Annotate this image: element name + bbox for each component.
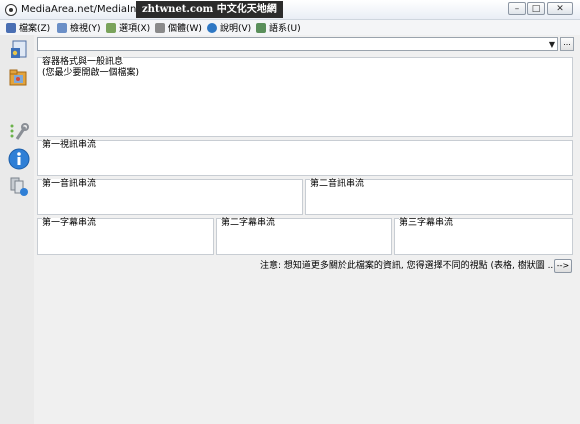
menu-debug-label: 個體(W) bbox=[168, 24, 202, 34]
window-title: MediaArea.net/MediaInfo bbox=[21, 4, 146, 15]
left-toolbar bbox=[0, 35, 34, 424]
file-menu-icon bbox=[6, 22, 16, 33]
menu-file[interactable]: 檔案(Z) bbox=[6, 21, 50, 34]
close-button[interactable]: ✕ bbox=[547, 2, 573, 15]
menu-options-label: 選項(X) bbox=[119, 24, 151, 34]
audio-stream-1-panel: 第一音訊串流 bbox=[37, 179, 303, 215]
view-menu-icon bbox=[57, 22, 67, 33]
menu-options[interactable]: 選項(X) bbox=[106, 21, 150, 34]
video-stream-1-label: 第一視訊串流 bbox=[42, 140, 97, 151]
file-select-combo[interactable]: ▼ bbox=[37, 37, 558, 51]
menu-view-label: 檢視(Y) bbox=[70, 24, 101, 34]
menu-language-label: 語系(U) bbox=[269, 24, 301, 34]
general-info-hint: (您最少要開啟一個檔案) bbox=[42, 68, 140, 78]
preferences-tools-icon[interactable] bbox=[8, 121, 30, 143]
text-stream-2-panel: 第二字幕串流 bbox=[216, 218, 392, 255]
maximize-button[interactable]: □ bbox=[527, 2, 545, 15]
menu-view[interactable]: 檢視(Y) bbox=[57, 21, 101, 34]
menu-help-label: 說明(V) bbox=[220, 24, 252, 34]
general-info-label: 容器格式與一般訊息 bbox=[42, 57, 124, 68]
change-view-button[interactable]: --> bbox=[554, 259, 572, 273]
minimize-button[interactable]: – bbox=[508, 2, 526, 15]
options-menu-icon bbox=[106, 22, 116, 33]
audio-stream-2-label: 第二音訊串流 bbox=[310, 179, 365, 190]
audio-stream-1-label: 第一音訊串流 bbox=[42, 179, 97, 190]
menu-language[interactable]: 語系(U) bbox=[256, 21, 301, 34]
language-menu-icon bbox=[256, 22, 266, 33]
view-hint-note: 注意: 想知道更多關於此檔案的資訊, 您得選擇不同的視點 (表格, 樹狀圖 ..… bbox=[260, 261, 553, 271]
info-icon[interactable] bbox=[8, 148, 30, 170]
menu-help[interactable]: 說明(V) bbox=[207, 21, 251, 34]
open-folder-icon[interactable] bbox=[8, 66, 30, 88]
text-stream-3-label: 第三字幕串流 bbox=[399, 218, 454, 229]
menu-file-label: 檔案(Z) bbox=[19, 24, 51, 34]
help-menu-icon bbox=[207, 22, 217, 33]
chevron-down-icon[interactable]: ▼ bbox=[549, 39, 555, 50]
browse-button[interactable]: ... bbox=[560, 37, 574, 51]
debug-menu-icon bbox=[155, 22, 165, 33]
menu-bar: 檔案(Z) 檢視(Y) 選項(X) 個體(W) 說明(V) 語系(U) bbox=[0, 20, 580, 35]
text-stream-1-label: 第一字幕串流 bbox=[42, 218, 97, 229]
watermark-badge: zhtwnet.com 中文化天地網 bbox=[136, 1, 283, 18]
mediainfo-logo-icon[interactable] bbox=[5, 4, 17, 16]
general-info-panel: 容器格式與一般訊息 (您最少要開啟一個檔案) bbox=[37, 57, 573, 137]
menu-debug[interactable]: 個體(W) bbox=[155, 21, 202, 34]
audio-stream-2-panel: 第二音訊串流 bbox=[305, 179, 573, 215]
open-file-icon[interactable] bbox=[8, 39, 30, 61]
export-icon[interactable] bbox=[8, 175, 30, 197]
text-stream-1-panel: 第一字幕串流 bbox=[37, 218, 214, 255]
text-stream-3-panel: 第三字幕串流 bbox=[394, 218, 573, 255]
video-stream-1-panel: 第一視訊串流 bbox=[37, 140, 573, 176]
text-stream-2-label: 第二字幕串流 bbox=[221, 218, 276, 229]
